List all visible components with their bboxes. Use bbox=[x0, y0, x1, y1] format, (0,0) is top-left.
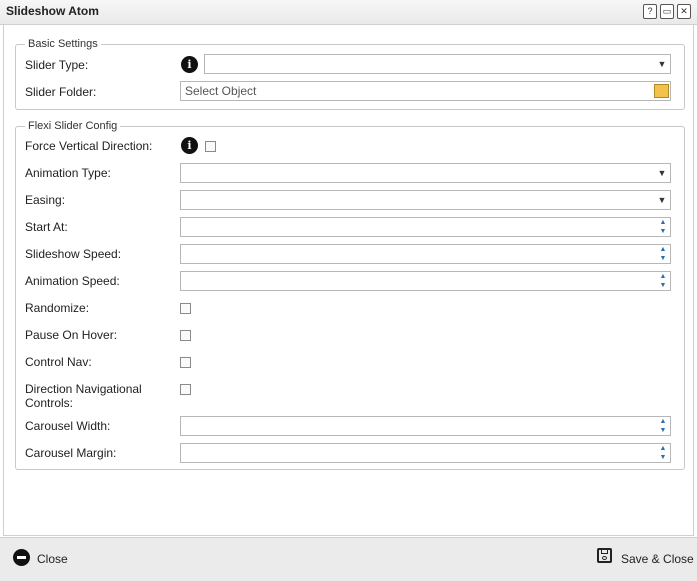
spin-up-icon[interactable]: ▲ bbox=[658, 245, 668, 254]
slider-folder-input[interactable]: Select Object bbox=[180, 81, 671, 101]
spinner-control[interactable]: ▲ ▼ bbox=[656, 245, 670, 263]
window-titlebar: Slideshow Atom ? ▭ ✕ bbox=[0, 0, 697, 25]
chevron-down-icon[interactable]: ▼ bbox=[654, 55, 670, 73]
save-icon[interactable] bbox=[597, 548, 612, 563]
spin-down-icon[interactable]: ▼ bbox=[658, 254, 668, 263]
folder-picker-icon[interactable] bbox=[654, 84, 669, 98]
easing-select[interactable]: ▼ bbox=[180, 190, 671, 210]
slideshow-speed-spinner[interactable]: ▲ ▼ bbox=[180, 244, 671, 264]
start-at-label: Start At: bbox=[25, 220, 68, 234]
info-icon[interactable]: i bbox=[181, 137, 198, 154]
spin-down-icon[interactable]: ▼ bbox=[658, 453, 668, 462]
help-icon[interactable]: ? bbox=[643, 4, 657, 19]
dialog-body: Basic Settings Slider Type: i ▼ Slider F… bbox=[3, 25, 694, 536]
randomize-label: Randomize: bbox=[25, 301, 90, 315]
info-icon[interactable]: i bbox=[181, 56, 198, 73]
chevron-down-icon[interactable]: ▼ bbox=[654, 164, 670, 182]
animation-speed-spinner[interactable]: ▲ ▼ bbox=[180, 271, 671, 291]
spin-down-icon[interactable]: ▼ bbox=[658, 227, 668, 236]
direction-nav-checkbox[interactable] bbox=[180, 384, 191, 395]
force-vertical-direction-checkbox[interactable] bbox=[205, 141, 216, 152]
start-at-spinner[interactable]: ▲ ▼ bbox=[180, 217, 671, 237]
easing-label: Easing: bbox=[25, 193, 66, 207]
dialog-footer: Close Save & Close bbox=[0, 537, 697, 581]
close-button[interactable]: Close bbox=[37, 552, 68, 566]
save-close-button[interactable]: Save & Close bbox=[621, 552, 694, 566]
carousel-width-label: Carousel Width: bbox=[25, 419, 111, 433]
animation-speed-label: Animation Speed: bbox=[25, 274, 120, 288]
carousel-margin-spinner[interactable]: ▲ ▼ bbox=[180, 443, 671, 463]
slider-folder-label: Slider Folder: bbox=[25, 85, 97, 99]
randomize-checkbox[interactable] bbox=[180, 303, 191, 314]
carousel-width-spinner[interactable]: ▲ ▼ bbox=[180, 416, 671, 436]
control-nav-checkbox[interactable] bbox=[180, 357, 191, 368]
slider-type-select[interactable]: ▼ bbox=[204, 54, 671, 74]
direction-nav-label-line2: Controls: bbox=[25, 396, 74, 410]
close-icon[interactable]: ✕ bbox=[677, 4, 691, 19]
close-circle-icon[interactable] bbox=[13, 549, 30, 566]
spin-up-icon[interactable]: ▲ bbox=[658, 417, 668, 426]
spin-down-icon[interactable]: ▼ bbox=[658, 426, 668, 435]
chevron-down-icon[interactable]: ▼ bbox=[654, 191, 670, 209]
spinner-control[interactable]: ▲ ▼ bbox=[656, 272, 670, 290]
spin-up-icon[interactable]: ▲ bbox=[658, 444, 668, 453]
window-title: Slideshow Atom bbox=[6, 4, 99, 18]
spin-up-icon[interactable]: ▲ bbox=[658, 218, 668, 227]
animation-type-select[interactable]: ▼ bbox=[180, 163, 671, 183]
dialog-inner: Basic Settings Slider Type: i ▼ Slider F… bbox=[4, 25, 693, 535]
carousel-margin-label: Carousel Margin: bbox=[25, 446, 117, 460]
slider-type-label: Slider Type: bbox=[25, 58, 89, 72]
force-vertical-direction-label: Force Vertical Direction: bbox=[25, 139, 153, 153]
spinner-control[interactable]: ▲ ▼ bbox=[656, 417, 670, 435]
slideshow-speed-label: Slideshow Speed: bbox=[25, 247, 122, 261]
spin-down-icon[interactable]: ▼ bbox=[658, 281, 668, 290]
pause-on-hover-checkbox[interactable] bbox=[180, 330, 191, 341]
direction-nav-label-line1: Direction Navigational bbox=[25, 382, 142, 396]
spin-up-icon[interactable]: ▲ bbox=[658, 272, 668, 281]
pause-on-hover-label: Pause On Hover: bbox=[25, 328, 118, 342]
control-nav-label: Control Nav: bbox=[25, 355, 92, 369]
maximize-icon[interactable]: ▭ bbox=[660, 4, 674, 19]
spinner-control[interactable]: ▲ ▼ bbox=[656, 444, 670, 462]
animation-type-label: Animation Type: bbox=[25, 166, 111, 180]
spinner-control[interactable]: ▲ ▼ bbox=[656, 218, 670, 236]
slider-folder-placeholder: Select Object bbox=[185, 84, 257, 98]
